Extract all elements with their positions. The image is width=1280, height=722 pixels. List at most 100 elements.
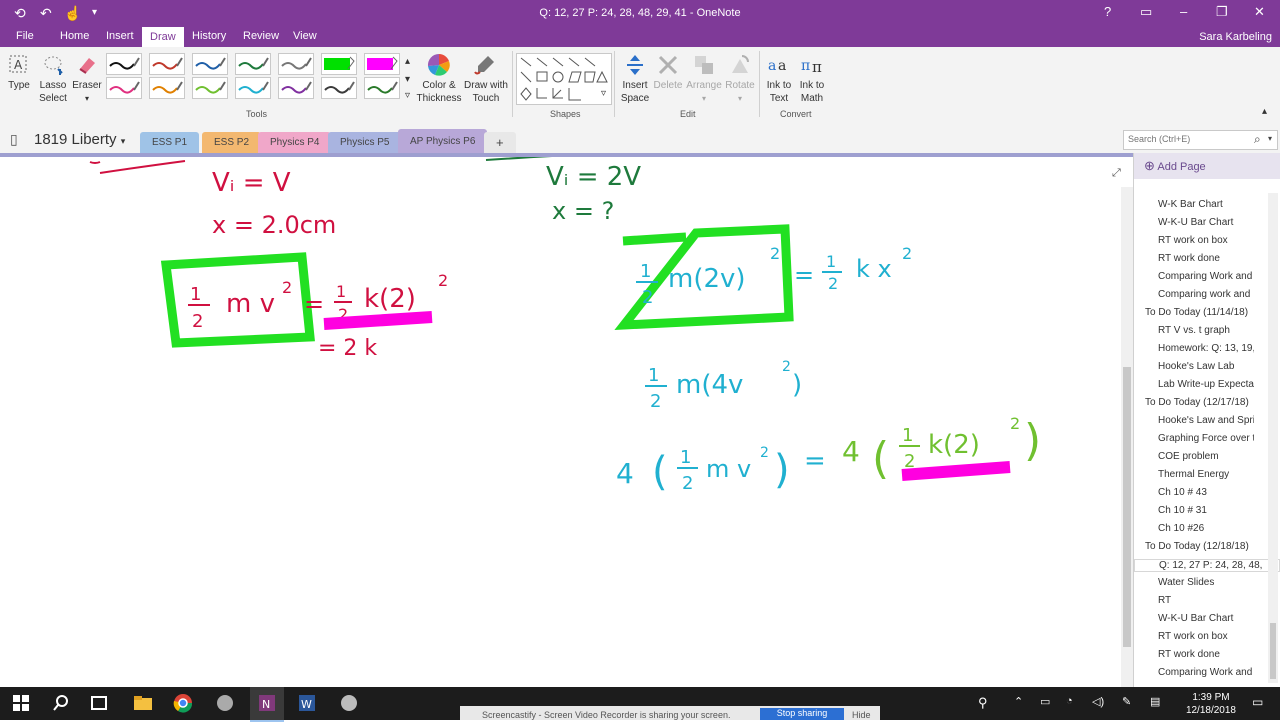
pen-swatch[interactable] [278, 77, 314, 99]
page-item[interactable]: Ch 10 # 31 [1158, 505, 1254, 516]
page-item[interactable]: RT work on box [1158, 235, 1254, 246]
page-item[interactable]: W-K-U Bar Chart [1158, 217, 1254, 228]
pen-swatch[interactable] [192, 77, 228, 99]
tab-file[interactable]: File [16, 30, 34, 42]
scrollbar-thumb[interactable] [1123, 367, 1131, 647]
tray-chevron-icon[interactable]: ⌃ [1014, 695, 1023, 708]
pen-swatch[interactable] [235, 77, 271, 99]
page-item[interactable]: Q: 12, 27 P: 24, 28, 48, [1134, 559, 1280, 572]
pen-swatch[interactable] [364, 77, 400, 99]
help-button[interactable]: ? [1104, 4, 1111, 19]
tab-history[interactable]: History [192, 30, 226, 42]
tab-review[interactable]: Review [243, 30, 279, 42]
keyboard-icon[interactable]: ▤ [1150, 695, 1160, 708]
arrange-button[interactable]: Arrange ▾ [684, 53, 724, 105]
pen-swatch[interactable] [149, 77, 185, 99]
page-item[interactable]: Hooke's Law and Spri [1158, 415, 1254, 426]
page-item[interactable]: Lab Write-up Expecta [1158, 379, 1254, 390]
minimize-icon[interactable]: – [1180, 4, 1187, 19]
page-item[interactable]: Thermal Energy [1158, 469, 1254, 480]
section-tab-ess-p2[interactable]: ESS P2 [202, 132, 262, 154]
tab-insert[interactable]: Insert [106, 30, 134, 42]
page-item[interactable]: To Do Today (12/17/18) [1145, 397, 1255, 408]
page-item[interactable]: W-K Bar Chart [1158, 199, 1254, 210]
page-item[interactable]: RT work done [1158, 253, 1254, 264]
pen-swatch[interactable] [235, 53, 271, 75]
section-tab-ap-physics-p6[interactable]: AP Physics P6 [398, 129, 488, 154]
page-item[interactable]: To Do Today (12/18/18) [1145, 541, 1255, 552]
shapes-more-icon[interactable]: ▿ [601, 87, 606, 100]
add-page-button[interactable]: ⊕ Add Page [1134, 153, 1280, 179]
ink-to-text-button[interactable]: aa Ink to Text [763, 53, 795, 105]
action-center-icon[interactable]: ▭ [1252, 695, 1263, 709]
tab-view[interactable]: View [293, 30, 317, 42]
ink-to-math-button[interactable]: ππ Ink to Math [796, 53, 828, 105]
gallery-down-icon[interactable]: ▾ [405, 73, 410, 86]
search-icon[interactable]: ⌕ [1254, 132, 1261, 147]
windows-start-icon[interactable] [10, 693, 32, 713]
page-item[interactable]: RT work on box [1158, 631, 1254, 642]
gallery-more-icon[interactable]: ▿ [405, 89, 410, 102]
section-tab-ess-p1[interactable]: ESS P1 [140, 132, 200, 154]
expand-icon[interactable]: ⤢ [1112, 167, 1121, 180]
section-tab-physics-p4[interactable]: Physics P4 [258, 132, 332, 154]
chrome-icon[interactable] [172, 693, 194, 713]
pen-swatch[interactable] [321, 77, 357, 99]
clock[interactable]: 1:39 PM 12/18/2018 [1186, 691, 1236, 717]
app-icon[interactable] [214, 693, 236, 713]
section-tab-physics-p5[interactable]: Physics P5 [328, 132, 402, 154]
page-item[interactable]: Graphing Force over t [1158, 433, 1254, 444]
page-item[interactable]: Water Slides [1158, 577, 1254, 588]
rotate-button[interactable]: Rotate ▾ [724, 53, 756, 105]
page-item[interactable]: RT work done [1158, 649, 1254, 660]
notebook-name[interactable]: 1819 Liberty ▾ [34, 131, 125, 148]
hide-button[interactable]: Hide [852, 710, 871, 720]
battery-icon[interactable]: ▭ [1040, 695, 1050, 708]
page-scroll-thumb[interactable] [1270, 623, 1276, 679]
user-name[interactable]: Sara Karbeling [1199, 31, 1272, 43]
search-box[interactable]: ⌕ ▾ [1123, 130, 1278, 150]
page-item[interactable]: Ch 10 #26 [1158, 523, 1254, 534]
collapse-ribbon-icon[interactable]: ▴ [1262, 105, 1267, 118]
lasso-select-button[interactable]: Lasso Select [36, 53, 70, 105]
page-item[interactable]: RT [1158, 595, 1254, 606]
canvas-scrollbar[interactable] [1121, 187, 1133, 687]
volume-icon[interactable]: ◁) [1092, 695, 1104, 708]
pen-swatch[interactable] [149, 53, 185, 75]
delete-button[interactable]: Delete [652, 53, 684, 92]
page-item[interactable]: COE problem [1158, 451, 1254, 462]
pen-swatch[interactable] [321, 53, 357, 75]
eraser-button[interactable]: Eraser ▾ [72, 53, 102, 105]
insert-space-button[interactable]: Insert Space [618, 53, 652, 105]
page-item[interactable]: RT V vs. t graph [1158, 325, 1254, 336]
ink-workspace-icon[interactable]: ✎ [1122, 695, 1131, 708]
page-item[interactable]: Comparing Work and [1158, 271, 1254, 282]
pen-swatch[interactable] [278, 53, 314, 75]
page-item[interactable]: W-K-U Bar Chart [1158, 613, 1254, 624]
page-item[interactable]: Hooke's Law Lab [1158, 361, 1254, 372]
note-canvas[interactable]: Vᵢ = V x = 2.0cm 1 2 m v 2 = 1 2 k(2) 2 … [0, 155, 1121, 687]
ribbon-display-icon[interactable]: ▭ [1140, 4, 1152, 20]
tab-draw[interactable]: Draw [142, 27, 184, 47]
pen-swatch[interactable] [192, 53, 228, 75]
pen-swatch[interactable] [106, 77, 142, 99]
page-item[interactable]: Ch 10 # 43 [1158, 487, 1254, 498]
page-item[interactable]: Comparing Work and [1158, 667, 1254, 678]
maximize-icon[interactable]: ❐ [1216, 4, 1228, 20]
task-view-icon[interactable] [88, 693, 110, 713]
file-explorer-icon[interactable] [132, 693, 154, 713]
draw-with-touch-button[interactable]: Draw with Touch [462, 53, 510, 105]
network-icon[interactable]: ◔ [1066, 695, 1073, 707]
gallery-up-icon[interactable]: ▴ [405, 55, 410, 68]
stop-sharing-button[interactable]: Stop sharing [760, 708, 844, 720]
eraser-dropdown-icon[interactable]: ▾ [85, 94, 89, 103]
page-item[interactable]: Homework: Q: 13, 19, [1158, 343, 1254, 354]
tab-home[interactable]: Home [60, 30, 89, 42]
search-icon[interactable] [50, 693, 72, 713]
page-item[interactable]: Comparing work and [1158, 289, 1254, 300]
type-button[interactable]: A Type [6, 53, 32, 92]
color-thickness-button[interactable]: Color & Thickness [416, 53, 462, 105]
app-icon[interactable] [338, 693, 360, 713]
search-input[interactable] [1124, 131, 1252, 147]
page-list-scrollbar[interactable] [1268, 193, 1278, 683]
